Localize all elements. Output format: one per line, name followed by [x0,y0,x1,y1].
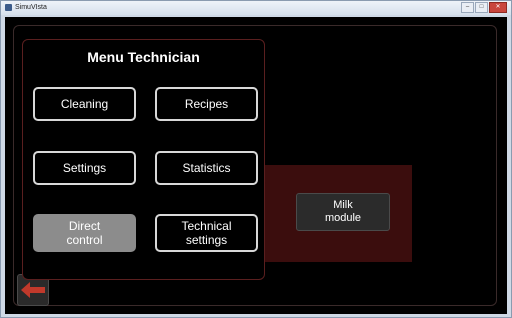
cleaning-button[interactable]: Cleaning [33,87,136,121]
statistics-button[interactable]: Statistics [155,151,258,185]
machine-screen: Menu Technician Cleaning Recipes Setting… [5,17,507,314]
minimize-button[interactable]: – [461,2,474,13]
title-bar: SimuVIsta – □ ✕ [1,1,511,15]
menu-title: Menu Technician [87,49,200,65]
maximize-button[interactable]: □ [475,2,488,13]
window-title: SimuVIsta [15,4,47,11]
technician-menu-panel: Menu Technician Cleaning Recipes Setting… [22,39,265,280]
back-arrow-icon [21,282,45,298]
milk-module-button[interactable]: Milk module [296,193,390,231]
technical-settings-button[interactable]: Technical settings [155,214,258,252]
app-window: SimuVIsta – □ ✕ Menu Technician Cleaning… [0,0,512,318]
close-button[interactable]: ✕ [489,2,507,13]
settings-button[interactable]: Settings [33,151,136,185]
direct-control-button[interactable]: Direct control [33,214,136,252]
recipes-button[interactable]: Recipes [155,87,258,121]
window-controls: – □ ✕ [461,2,507,13]
app-icon [5,4,12,11]
